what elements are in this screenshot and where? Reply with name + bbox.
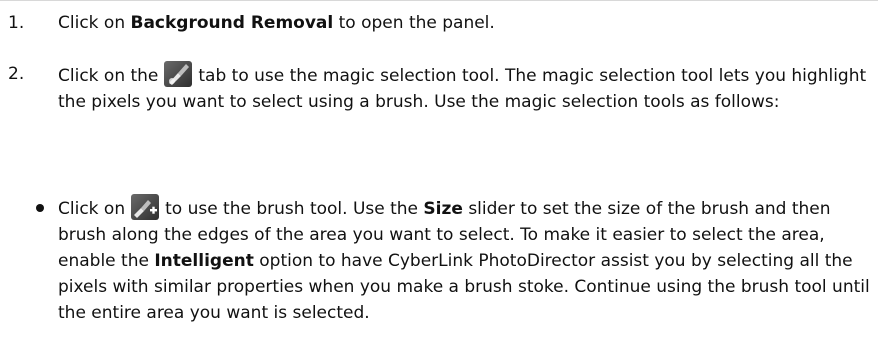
bullet-item: Click on to use the brush tool. Use the … <box>0 194 870 326</box>
step-text-before: Click on <box>58 13 131 33</box>
bullet-text-mid1: to use the brush tool. Use the <box>165 199 424 219</box>
bullet-dot <box>36 204 44 212</box>
top-divider <box>0 0 878 1</box>
step-number: 2. <box>8 64 25 84</box>
size-label: Size <box>423 199 463 219</box>
step-number: 1. <box>8 13 25 33</box>
background-removal-label: Background Removal <box>130 13 334 33</box>
brush-add-icon <box>131 194 160 220</box>
magic-selection-tab-icon <box>164 61 193 87</box>
step-1: 1. Click on Background Removal to open t… <box>0 10 870 36</box>
step-text: Click on Background Removal to open the … <box>58 10 870 36</box>
bullet-text-before: Click on <box>58 199 126 219</box>
step-text: Click on the tab to use the magic select… <box>58 61 870 115</box>
bullet-text: Click on to use the brush tool. Use the … <box>58 194 870 326</box>
step-2: 2. Click on the tab to use the magic sel… <box>0 61 870 115</box>
step-text-before: Click on the <box>58 66 159 86</box>
intelligent-label: Intelligent <box>154 251 254 271</box>
step-text-after: to open the panel. <box>333 13 495 33</box>
